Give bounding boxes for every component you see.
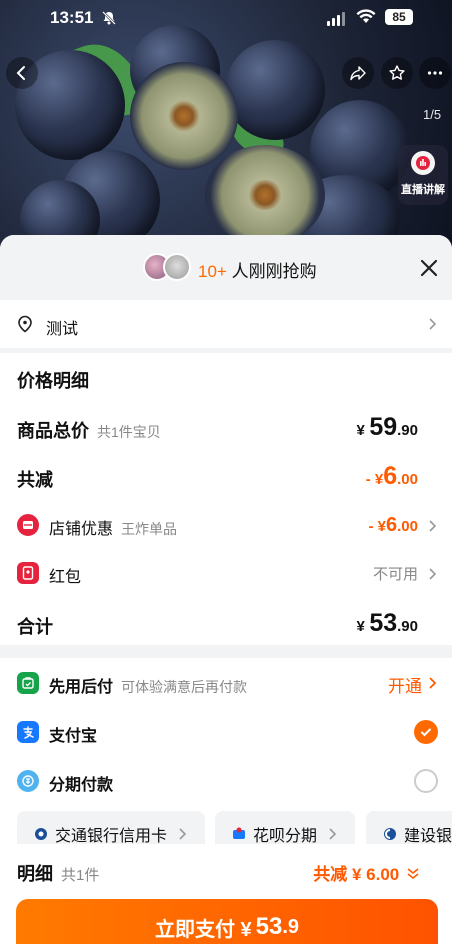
pay-now-label: 立即支付 ¥ (154, 918, 252, 941)
close-icon[interactable] (418, 257, 440, 279)
shop-discount-sub: 王炸单品 (121, 521, 178, 537)
battery-indicator: 85 (385, 9, 413, 25)
buyer-avatars (143, 253, 193, 283)
reduction-amount: - ¥6.00 (365, 462, 418, 490)
chevron-right-icon (429, 318, 437, 330)
price-detail-card: 价格明细 商品总价 共1件宝贝 ¥ 59.90 共减 - ¥6.00 店铺优惠 王炸… (0, 353, 452, 645)
bell-off-icon (102, 11, 116, 25)
share-button[interactable] (342, 57, 374, 89)
goods-total-amount: ¥ 59.90 (356, 413, 418, 441)
price-detail-title: 价格明细 (17, 371, 89, 391)
red-packet-value: 不可用 (372, 566, 418, 583)
ccb-icon (384, 828, 396, 840)
avatar (163, 253, 191, 281)
pay-later-sub: 可体验满意后再付款 (121, 679, 248, 695)
goods-total-label: 商品总价 (17, 421, 89, 441)
bocom-icon (35, 828, 47, 840)
pay-later-icon (17, 672, 39, 694)
alipay-label: 支付宝 (49, 728, 98, 745)
location-pin-icon (18, 315, 32, 333)
blueberry-half (205, 145, 325, 245)
huabei-icon (233, 827, 245, 839)
pay-now-button[interactable]: 立即支付 ¥ 53.9 (16, 899, 438, 944)
detail-count: 共1件 (61, 867, 100, 884)
pay-now-amount: 53 (255, 913, 283, 940)
image-counter: 1/5 (423, 107, 442, 122)
chevron-right-icon (429, 520, 437, 532)
option-label: 花呗分期 (253, 828, 318, 845)
red-packet-icon (17, 562, 39, 584)
blueberry (225, 40, 325, 140)
recent-buyers-count: 10+ (198, 262, 227, 281)
shop-discount-label: 店铺优惠 (49, 521, 114, 538)
total-amount: ¥ 53.90 (356, 609, 418, 637)
option-label: 建设银 (404, 828, 452, 845)
goods-count: 共1件宝贝 (97, 424, 161, 440)
checkout-sheet: 10+ 人刚刚抢购 测试 价格明细 商品总价 共1件宝贝 ¥ 59.90 共减 -… (0, 235, 452, 944)
option-label: 交通银行信用卡 (55, 828, 168, 845)
live-icon (411, 151, 435, 175)
detail-toggle[interactable]: 明细 共1件 (17, 860, 99, 886)
status-bar: 13:51 85 (0, 0, 452, 40)
installment-label: 分期付款 (49, 777, 114, 794)
share-icon (350, 66, 366, 81)
live-label: 直播讲解 (401, 184, 445, 196)
chevron-left-icon (16, 66, 25, 80)
back-button[interactable] (6, 57, 38, 89)
alipay-radio-selected[interactable] (414, 720, 438, 744)
alipay-icon (17, 721, 39, 743)
total-label: 合计 (17, 617, 53, 637)
status-time: 13:51 (50, 8, 94, 27)
recent-buyers-label: 人刚刚抢购 (231, 262, 317, 281)
reduction-label: 共减 (17, 470, 53, 490)
wifi-icon (356, 9, 376, 23)
chevron-right-icon (429, 677, 437, 689)
address-text: 测试 (46, 321, 79, 338)
more-button[interactable] (419, 57, 451, 89)
sheet-header: 10+ 人刚刚抢购 (0, 235, 452, 300)
activate-link[interactable]: 开通 (388, 672, 422, 697)
installment-icon (17, 770, 39, 792)
footer-reduction-text: 共减 ¥ 6.00 (313, 865, 400, 884)
recent-buyers-text: 10+ 人刚刚抢购 (198, 257, 317, 282)
shop-coupon-icon (17, 514, 39, 536)
detail-label: 明细 (17, 864, 53, 884)
checkout-footer: 明细 共1件 共减 ¥ 6.00 立即支付 ¥ 53.9 (0, 844, 452, 944)
shop-discount-amount: - ¥6.00 (368, 514, 419, 536)
chevron-right-icon (179, 828, 187, 840)
pay-now-decimal: .9 (282, 915, 300, 938)
favorite-button[interactable] (381, 57, 413, 89)
check-icon (421, 728, 431, 737)
address-row[interactable]: 测试 (0, 300, 452, 348)
red-packet-label: 红包 (49, 569, 82, 586)
chevron-right-icon (329, 828, 337, 840)
installment-radio[interactable] (414, 769, 438, 793)
star-icon (389, 65, 405, 80)
footer-reduction[interactable]: 共减 ¥ 6.00 (313, 860, 420, 885)
double-chevron-down-icon (407, 868, 419, 880)
live-explain-button[interactable]: 直播讲解 (398, 145, 448, 205)
signal-icon (327, 12, 345, 26)
pay-later-label: 先用后付 (49, 679, 114, 696)
blueberry-half (130, 62, 238, 170)
chevron-right-icon (429, 568, 437, 580)
more-icon (427, 71, 443, 75)
